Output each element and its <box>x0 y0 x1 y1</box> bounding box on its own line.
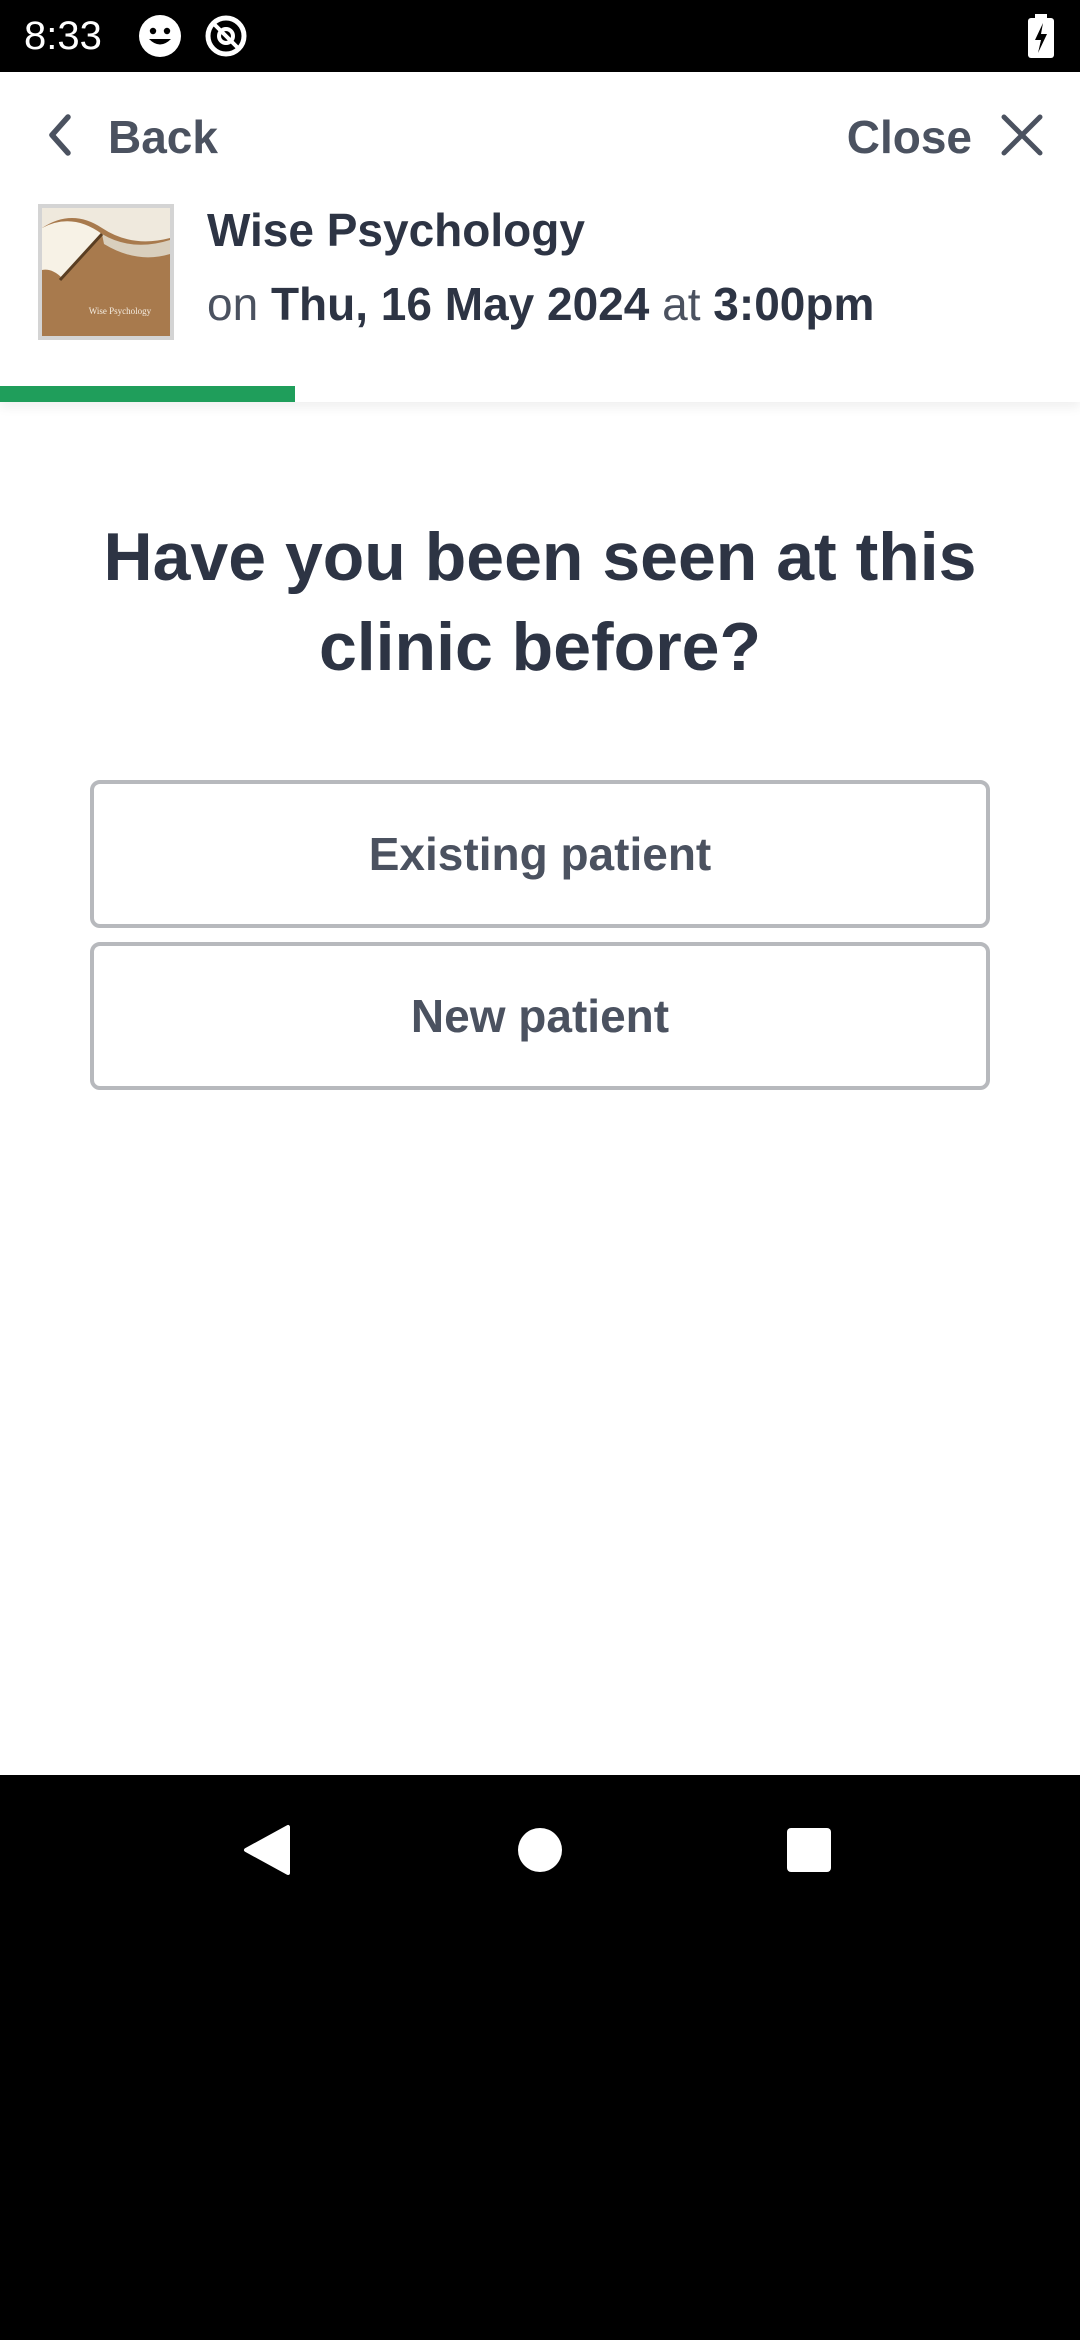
progress-bar-fill <box>0 386 295 402</box>
app-screen: Back Close Wise Psychology Wise Psycholo… <box>0 72 1080 1775</box>
close-icon <box>1000 113 1044 162</box>
clinic-name: Wise Psychology <box>207 204 585 256</box>
appointment-connector: at <box>662 278 701 330</box>
status-time: 8:33 <box>24 14 102 58</box>
appointment-date: Thu, 16 May 2024 <box>270 278 650 330</box>
face-icon <box>138 14 182 58</box>
progress-bar <box>0 386 1080 402</box>
back-button[interactable]: Back <box>44 102 218 172</box>
existing-patient-button[interactable]: Existing patient <box>90 780 990 928</box>
close-label: Close <box>846 111 972 163</box>
booking-header: Back Close Wise Psychology Wise Psycholo… <box>0 72 1080 402</box>
system-nav-bar <box>0 1775 1080 1925</box>
chevron-left-icon <box>44 113 74 162</box>
battery-charging-icon <box>1026 14 1056 58</box>
status-bar: 8:33 <box>0 0 1080 72</box>
back-label: Back <box>108 111 218 163</box>
new-patient-button[interactable]: New patient <box>90 942 990 1090</box>
question-heading: Have you been seen at this clinic before… <box>103 519 977 685</box>
appointment-prefix: on <box>207 278 259 330</box>
appointment-time: 3:00pm <box>713 278 875 330</box>
clinic-logo: Wise Psychology <box>38 204 174 340</box>
at-sign-icon <box>204 14 248 58</box>
back-triangle-icon[interactable] <box>222 1805 312 1895</box>
home-circle-icon[interactable] <box>495 1805 585 1895</box>
recents-square-icon[interactable] <box>764 1805 854 1895</box>
logo-text: Wise Psychology <box>89 306 152 316</box>
close-button[interactable]: Close <box>847 102 1044 172</box>
appointment-details: on Thu, 16 May 2024 at 3:00pm <box>207 274 874 334</box>
